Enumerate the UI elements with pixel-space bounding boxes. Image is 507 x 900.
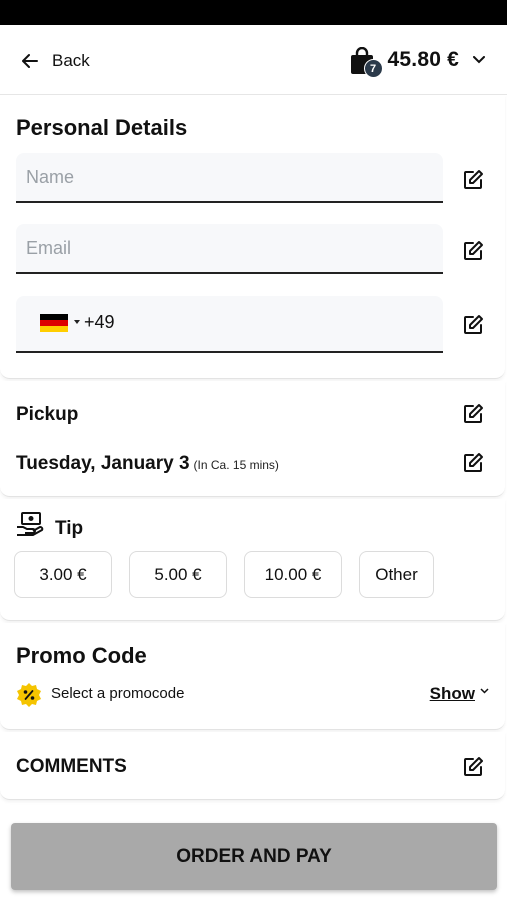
status-bar — [0, 0, 507, 25]
tip-option-3[interactable]: 3.00 € — [14, 551, 112, 598]
promo-title: Promo Code — [16, 643, 147, 668]
edit-icon[interactable] — [462, 314, 484, 336]
promo-show-link[interactable]: Show — [430, 684, 475, 704]
promo-select-row[interactable]: Select a promocode Show — [16, 682, 491, 708]
back-button[interactable]: Back — [22, 51, 90, 71]
edit-icon[interactable] — [462, 403, 484, 425]
pickup-eta-note: (In Ca. 15 mins) — [193, 458, 279, 472]
promo-select-label: Select a promocode — [51, 685, 185, 702]
edit-icon[interactable] — [462, 240, 484, 262]
cart-count-badge: 7 — [363, 59, 383, 78]
edit-icon[interactable] — [462, 452, 484, 474]
chevron-down-icon — [473, 56, 485, 64]
promo-card — [0, 623, 505, 730]
germany-flag-icon[interactable] — [40, 314, 68, 332]
personal-details-title: Personal Details — [16, 115, 188, 140]
discount-badge-icon — [17, 683, 41, 707]
hand-money-icon — [17, 512, 44, 536]
tip-label: Tip — [55, 518, 84, 539]
name-field[interactable] — [16, 153, 443, 203]
edit-icon[interactable] — [462, 756, 484, 778]
tip-option-5[interactable]: 5.00 € — [129, 551, 227, 598]
back-label: Back — [52, 51, 90, 70]
email-field[interactable] — [16, 224, 443, 274]
email-input[interactable] — [16, 224, 443, 272]
caret-down-icon[interactable] — [74, 320, 80, 324]
arrow-left-icon — [22, 54, 38, 68]
pickup-label: Pickup — [16, 404, 79, 425]
cart-total: 45.80 € — [387, 48, 459, 71]
pickup-date-text: Tuesday, January 3 — [16, 453, 190, 474]
pickup-date: Tuesday, January 3 (In Ca. 15 mins) — [16, 453, 279, 475]
cart-summary[interactable]: 7 45.80 € — [350, 43, 485, 78]
name-input[interactable] — [16, 153, 443, 201]
order-and-pay-button[interactable]: ORDER AND PAY — [11, 823, 497, 890]
edit-icon[interactable] — [462, 169, 484, 191]
app-header: Back 7 45.80 € — [0, 25, 507, 95]
tip-option-10[interactable]: 10.00 € — [244, 551, 342, 598]
phone-field[interactable]: +49 — [16, 296, 443, 353]
shopping-bag-icon: 7 — [350, 43, 384, 78]
pickup-card — [0, 381, 505, 497]
chevron-down-icon[interactable] — [480, 688, 489, 694]
phone-country-code[interactable]: +49 — [84, 312, 115, 333]
comments-label: COMMENTS — [16, 756, 127, 777]
tip-option-other[interactable]: Other — [359, 551, 434, 598]
